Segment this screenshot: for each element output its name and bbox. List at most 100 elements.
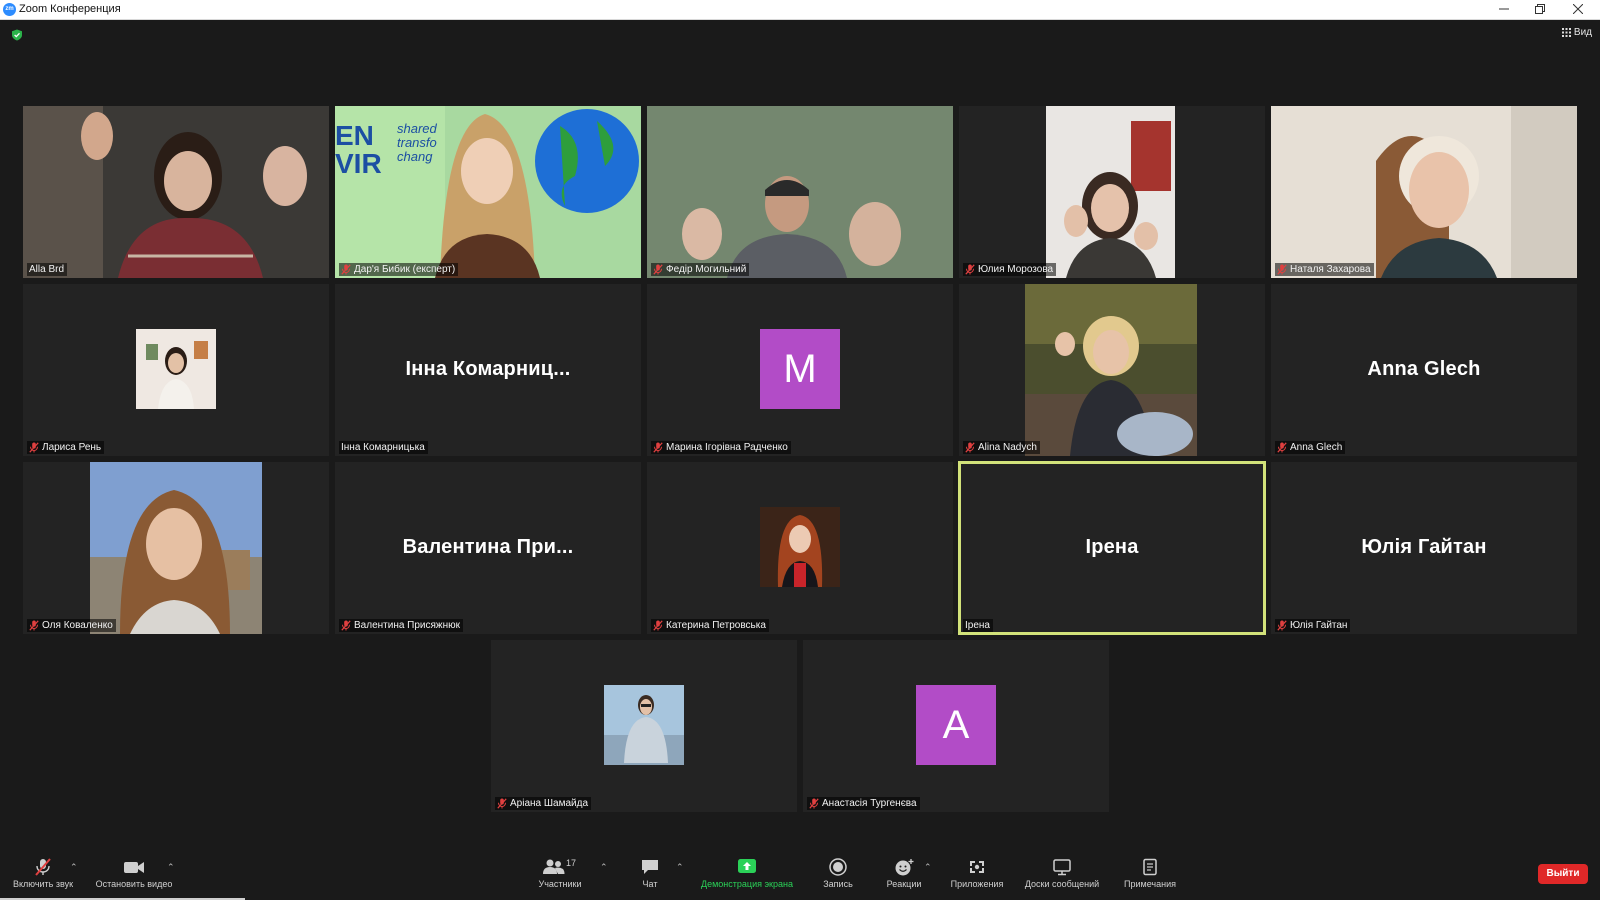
mic-muted-icon xyxy=(29,442,39,453)
video-tile[interactable]: Юлія Гайтан Юлія Гайтан xyxy=(1271,462,1577,634)
participant-name-label: Марина Ігорівна Радченко xyxy=(651,441,791,454)
video-tile[interactable]: Валентина При... Валентина Присяжнюк xyxy=(335,462,641,634)
participant-video xyxy=(1046,106,1175,278)
apps-button[interactable]: Приложения xyxy=(945,858,1009,889)
participant-name-label: Лариса Рень xyxy=(27,441,105,454)
participant-photo xyxy=(604,685,684,765)
meeting-controls-toolbar: Включить звук ⌃ Остановить видео ⌃ 17 Уч… xyxy=(0,852,1600,900)
video-tile[interactable]: Катерина Петровська xyxy=(647,462,953,634)
mic-muted-icon xyxy=(1277,620,1287,631)
apps-label: Приложения xyxy=(950,879,1004,889)
video-tile-active-speaker[interactable]: Ірена Ірена xyxy=(958,461,1266,635)
whiteboards-button[interactable]: Доски сообщений xyxy=(1017,858,1107,889)
chat-label: Чат xyxy=(642,879,658,889)
participant-video xyxy=(90,462,262,634)
participant-display-name: Юлія Гайтан xyxy=(1361,536,1487,558)
mic-muted-icon xyxy=(341,620,351,631)
participant-name-label: Оля Коваленко xyxy=(27,619,116,632)
participants-icon xyxy=(543,859,565,874)
window-titlebar: zm Zoom Конференция xyxy=(0,0,1600,20)
chat-button[interactable]: Чат xyxy=(630,858,670,889)
video-tile[interactable]: Лариса Рень xyxy=(23,284,329,456)
chat-options-caret-icon[interactable]: ⌃ xyxy=(676,862,684,873)
restore-icon xyxy=(1535,4,1545,14)
participant-name-label: Ірена xyxy=(963,619,993,632)
participants-button[interactable]: 17 Участники xyxy=(532,858,588,889)
participant-name-label: Аріана Шамайда xyxy=(495,797,592,810)
record-button[interactable]: Запись xyxy=(816,858,860,889)
unmute-button[interactable]: Включить звук xyxy=(6,858,80,889)
close-button[interactable] xyxy=(1560,0,1596,19)
video-tile[interactable]: Alina Nadych xyxy=(959,284,1265,456)
apps-icon xyxy=(970,861,984,873)
video-tile[interactable]: Юлия Морозова xyxy=(959,106,1265,278)
audio-options-caret-icon[interactable]: ⌃ xyxy=(70,862,78,873)
video-tile[interactable]: M Марина Ігорівна Радченко xyxy=(647,284,953,456)
background-slogan-line3: chang xyxy=(397,149,433,164)
chat-bubble-icon xyxy=(642,860,658,874)
reactions-label: Реакции xyxy=(886,879,922,889)
participants-options-caret-icon[interactable]: ⌃ xyxy=(600,862,608,873)
video-tile[interactable]: Alla Brd xyxy=(23,106,329,278)
notes-icon xyxy=(1143,858,1157,876)
record-icon xyxy=(829,858,847,876)
mic-muted-icon xyxy=(29,620,39,631)
participant-display-name: Інна Комарниц... xyxy=(405,358,571,380)
participant-display-name: Anna Glech xyxy=(1367,358,1481,380)
share-screen-icon xyxy=(738,859,756,873)
avatar: A xyxy=(916,685,996,765)
video-tile[interactable]: Аріана Шамайда xyxy=(491,640,797,812)
participant-name-label: Інна Комарницька xyxy=(339,441,428,454)
mic-muted-icon xyxy=(1277,264,1287,275)
whiteboards-label: Доски сообщений xyxy=(1024,879,1100,889)
mic-muted-icon xyxy=(35,858,51,876)
mic-muted-icon xyxy=(653,264,663,275)
video-tile[interactable]: Anna Glech Anna Glech xyxy=(1271,284,1577,456)
minimize-icon xyxy=(1499,8,1509,10)
mic-muted-icon xyxy=(653,620,663,631)
mic-muted-icon xyxy=(965,442,975,453)
participant-video xyxy=(1271,106,1577,278)
view-button[interactable]: Вид xyxy=(1561,27,1592,38)
video-tile[interactable]: EN VIR shared transfo chang Дар'я Бибик … xyxy=(335,106,641,278)
video-tile[interactable]: Федір Могильний xyxy=(647,106,953,278)
participant-name-label: Катерина Петровська xyxy=(651,619,769,632)
participant-display-name: Ірена xyxy=(1085,536,1139,558)
mic-muted-icon xyxy=(965,264,975,275)
video-camera-icon xyxy=(124,862,144,873)
participant-name-label: Анастасія Тургенєва xyxy=(807,797,920,810)
share-screen-button[interactable]: Демонстрация экрана xyxy=(692,858,802,889)
grid-icon xyxy=(1561,28,1571,37)
participant-name-label: Валентина Присяжнюк xyxy=(339,619,464,632)
participant-name-label: Федір Могильний xyxy=(651,263,750,276)
whiteboard-icon xyxy=(1053,859,1071,876)
envir-logo: EN VIR xyxy=(335,120,382,179)
leave-meeting-button[interactable]: Выйти xyxy=(1538,864,1588,884)
notes-label: Примечания xyxy=(1124,879,1176,889)
video-tile[interactable]: Наталя Захарова xyxy=(1271,106,1577,278)
zoom-logo-icon: zm xyxy=(3,3,16,16)
video-tile[interactable]: Оля Коваленко xyxy=(23,462,329,634)
video-tile[interactable]: Інна Комарниц... Інна Комарницька xyxy=(335,284,641,456)
video-tile[interactable]: A Анастасія Тургенєва xyxy=(803,640,1109,812)
video-options-caret-icon[interactable]: ⌃ xyxy=(167,862,175,873)
notes-button[interactable]: Примечания xyxy=(1118,858,1182,889)
encryption-shield-icon[interactable] xyxy=(11,29,23,41)
share-screen-label: Демонстрация экрана xyxy=(701,879,793,889)
participant-name-label: Alina Nadych xyxy=(963,441,1040,454)
reactions-options-caret-icon[interactable]: ⌃ xyxy=(924,862,932,873)
mic-muted-icon xyxy=(809,798,819,809)
participant-name-label: Юлия Морозова xyxy=(963,263,1057,276)
participant-name-label: Юлія Гайтан xyxy=(1275,619,1351,632)
participant-video xyxy=(647,106,953,278)
participant-name-label: Alla Brd xyxy=(27,263,68,276)
restore-button[interactable] xyxy=(1522,0,1558,19)
window-title: Zoom Конференция xyxy=(19,3,121,15)
mic-muted-icon xyxy=(1277,442,1287,453)
participant-video xyxy=(1025,284,1197,456)
mic-muted-icon xyxy=(497,798,507,809)
reactions-button[interactable]: Реакции xyxy=(880,858,928,889)
minimize-button[interactable] xyxy=(1486,0,1522,19)
participants-label: Участники xyxy=(538,879,582,889)
background-slogan-line2: transfo xyxy=(397,135,437,150)
